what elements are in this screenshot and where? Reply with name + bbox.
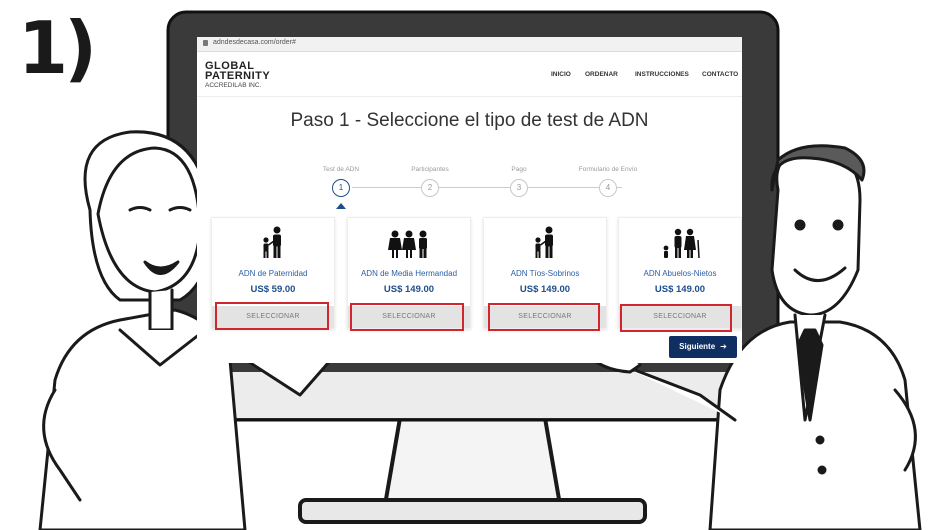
step-circle-4[interactable]: 4: [599, 179, 617, 197]
step-label-1: Test de ADN: [322, 166, 360, 173]
nav-instrucciones[interactable]: INSTRUCCIONES: [635, 71, 689, 78]
step-label-2: Participantes: [411, 166, 449, 173]
logo-line-2: PATERNITY: [205, 70, 271, 82]
browser-screen: adndesdecasa.com/order# GLOBAL PATERNITY…: [197, 37, 742, 363]
product-price: US$ 149.00: [519, 284, 571, 295]
step-circle-2[interactable]: 2: [421, 179, 439, 197]
step-circle-1[interactable]: 1: [332, 179, 350, 197]
product-name: ADN de Media Hermandad: [360, 269, 458, 278]
uncle-nephew-icon: [484, 226, 606, 258]
next-button-label: Siguiente: [679, 342, 716, 351]
arrow-right-icon: ➔: [720, 342, 727, 351]
lock-icon: [203, 40, 208, 46]
logo-line-3: ACCREDILAB INC.: [205, 82, 262, 89]
grandparents-icon: [619, 226, 741, 259]
stepper-line: [352, 187, 622, 188]
step-circle-3[interactable]: 3: [510, 179, 528, 197]
site-header: GLOBAL PATERNITY ACCREDILAB INC. INICIO …: [197, 52, 742, 97]
highlight-box: [215, 302, 329, 330]
product-name: ADN Tíos-Sobrinos: [510, 269, 580, 278]
monitor-stand: [382, 416, 563, 507]
product-name: ADN de Paternidad: [238, 269, 308, 278]
highlight-box: [620, 304, 732, 332]
nav-contacto[interactable]: CONTACTO: [702, 71, 738, 78]
active-step-pointer: [336, 203, 346, 209]
next-button[interactable]: Siguiente ➔: [669, 336, 737, 358]
highlight-box: [488, 303, 600, 331]
nav-ordenar[interactable]: ORDENAR: [585, 71, 618, 78]
step-label-4: Formulario de Envío: [578, 166, 638, 173]
highlight-box: [350, 303, 464, 331]
step-label-3: Pago: [511, 166, 527, 173]
product-price: US$ 59.00: [250, 284, 296, 295]
father-child-icon: [212, 226, 334, 258]
siblings-icon: [348, 226, 470, 258]
product-price: US$ 149.00: [383, 284, 435, 295]
product-price: US$ 149.00: [654, 284, 706, 295]
product-name: ADN Abuelos-Nietos: [643, 269, 717, 278]
address-bar[interactable]: adndesdecasa.com/order#: [197, 37, 742, 52]
url-text: adndesdecasa.com/order#: [213, 39, 296, 46]
nav-inicio[interactable]: INICIO: [551, 71, 571, 78]
page-title: Paso 1 - Seleccione el tipo de test de A…: [290, 110, 649, 131]
monitor-base: [298, 498, 647, 524]
